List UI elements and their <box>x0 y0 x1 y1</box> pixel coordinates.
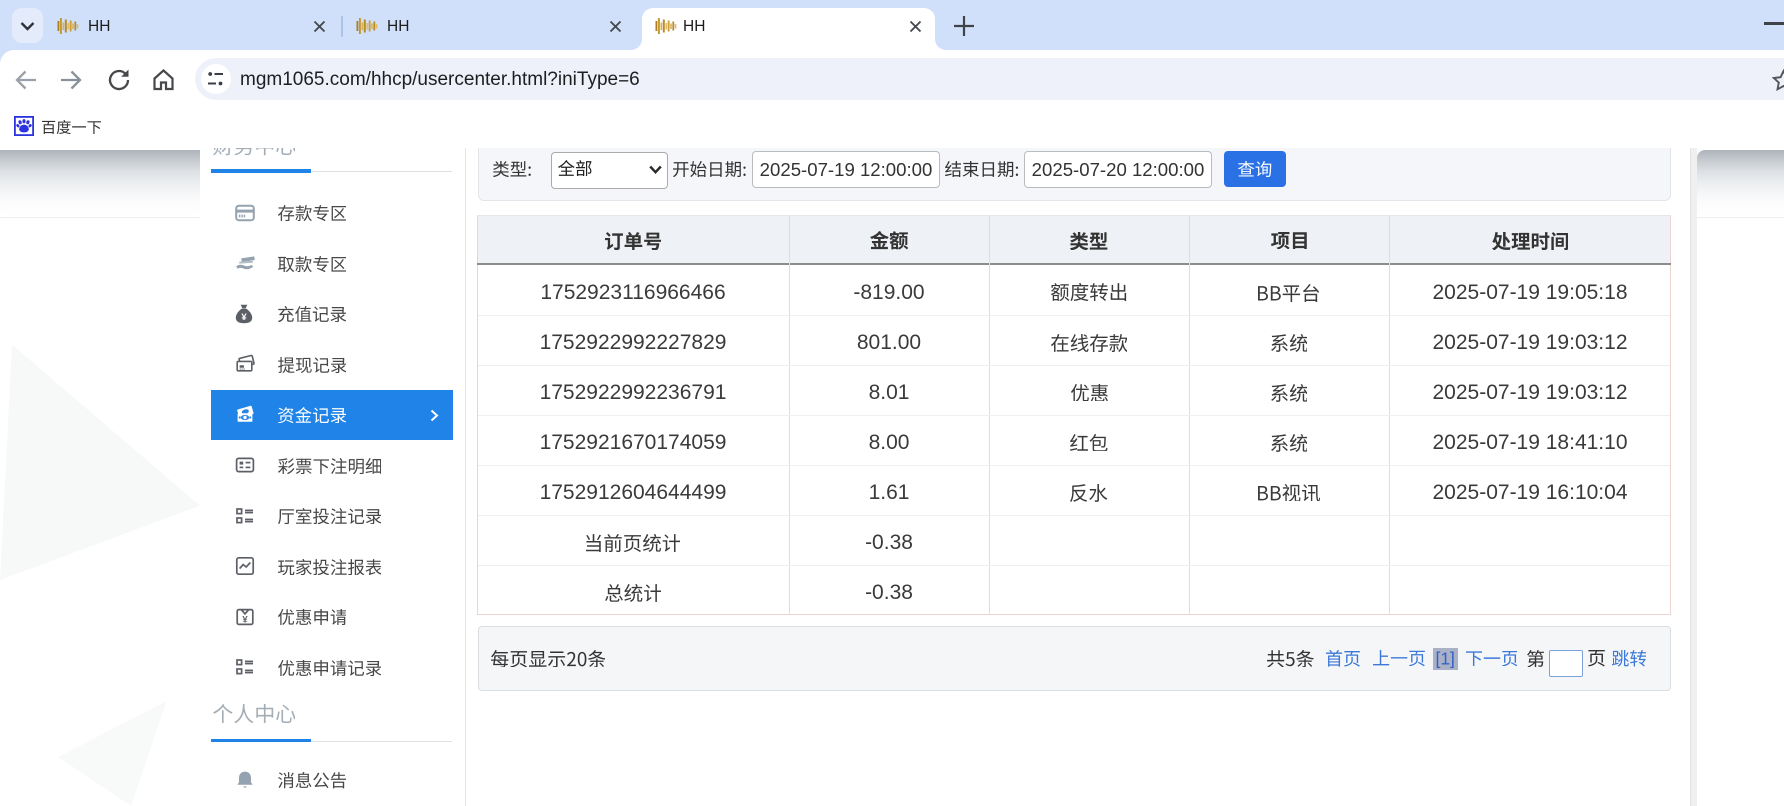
svg-text:¥: ¥ <box>241 312 247 323</box>
svg-text:¥: ¥ <box>242 614 248 625</box>
